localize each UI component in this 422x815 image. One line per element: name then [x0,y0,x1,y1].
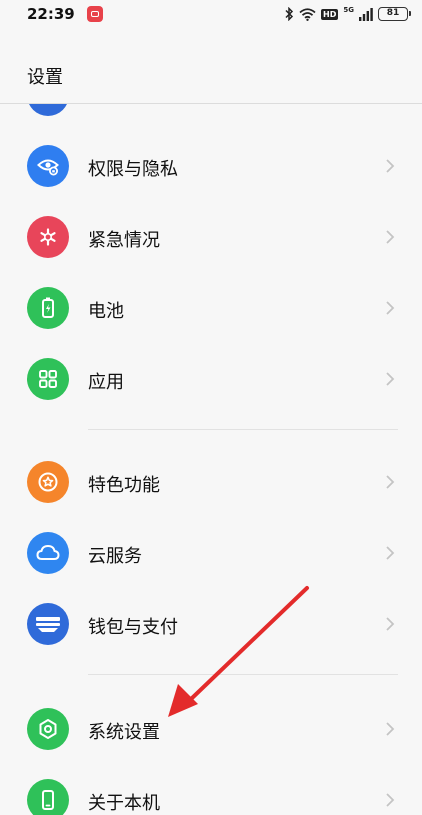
settings-list[interactable]: 权限与隐私 紧急情况 电池 应用 特色功能 云服务 钱包与支付 系统设置 关于本… [0,104,422,815]
chevron-right-icon [386,475,395,489]
settings-item-label: 应用 [88,372,124,393]
chevron-right-icon [386,301,395,315]
settings-item-system[interactable]: 系统设置 [0,694,422,764]
settings-item-label: 系统设置 [88,722,160,743]
chevron-right-icon [386,230,395,244]
battery-indicator: 81 [378,7,411,21]
notification-app-icon [87,6,103,22]
chevron-right-icon [386,372,395,386]
settings-item-label: 云服务 [88,546,142,567]
settings-item-cloud[interactable]: 云服务 [0,518,422,588]
settings-item-apps[interactable]: 应用 [0,344,422,414]
settings-item-emergency[interactable]: 紧急情况 [0,202,422,272]
settings-item-label: 钱包与支付 [88,617,178,638]
group-divider [88,429,398,430]
hd-badge: HD [321,8,339,20]
settings-item-label: 特色功能 [88,475,160,496]
settings-item-features[interactable]: 特色功能 [0,447,422,517]
cloud-icon [27,532,69,574]
emergency-asterisk-icon [27,216,69,258]
group-divider [88,674,398,675]
network-type: 5G [343,6,354,14]
status-indicators: HD 5G 81 [284,5,411,23]
signal-icon [359,7,373,21]
settings-item-label: 权限与隐私 [88,159,178,180]
wallet-icon [27,603,69,645]
settings-item-privacy[interactable]: 权限与隐私 [0,131,422,201]
partial-item-icon [27,104,69,116]
chevron-right-icon [386,546,395,560]
status-time: 22:39 [27,5,75,23]
settings-item-label: 关于本机 [88,793,160,814]
settings-item-label: 电池 [88,301,124,322]
settings-item-battery[interactable]: 电池 [0,273,422,343]
chevron-right-icon [386,722,395,736]
page-title: 设置 [27,67,63,88]
bluetooth-icon [285,7,294,21]
settings-item-label: 紧急情况 [88,230,160,251]
star-badge-icon [27,461,69,503]
status-bar: 22:39 HD 5G 81 [0,0,422,30]
phone-icon [27,779,69,815]
chevron-right-icon [386,159,395,173]
chevron-right-icon [386,793,395,807]
hexagon-settings-icon [27,708,69,750]
battery-icon [27,287,69,329]
apps-grid-icon [27,358,69,400]
wifi-icon [299,7,316,21]
privacy-eye-icon [27,145,69,187]
settings-item-wallet[interactable]: 钱包与支付 [0,589,422,659]
settings-item-about[interactable]: 关于本机 [0,765,422,815]
chevron-right-icon [386,617,395,631]
